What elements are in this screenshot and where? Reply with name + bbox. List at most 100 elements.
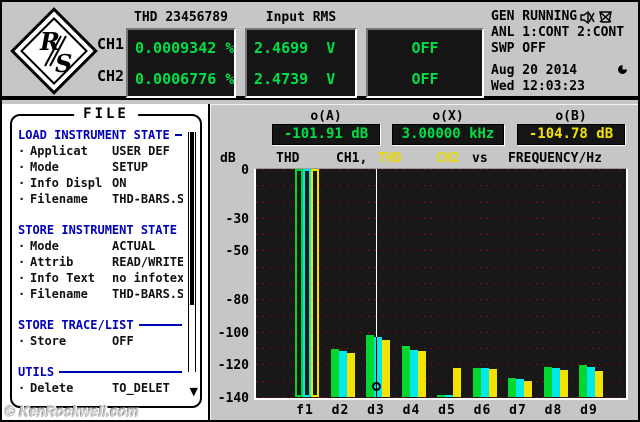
file-panel-scrollbar[interactable] [188,132,196,372]
scroll-down-icon[interactable]: ▼ [190,385,198,398]
sweep-status: SWP OFF [491,41,546,56]
vs-label: vs [472,151,488,166]
menu-item-filename[interactable]: ·FilenameTHD-BARS.SA [18,191,183,207]
y-tick-label: -100 [217,326,249,341]
x-tick-label-f1: f1 [296,403,314,418]
watermark: © KenRockwell.com [5,403,140,419]
bar-d2-ch2 [346,353,355,397]
cursor-x-value: 3.00000 kHz [392,124,504,145]
analyzer-status: ANL 1:CONT 2:CONT [491,25,625,40]
cursor-marker-icon[interactable] [372,382,381,391]
section-rule [59,371,182,373]
y-tick-label: -30 [225,212,249,227]
bar-f1-ch2 [311,169,319,397]
file-panel-title: FILE [74,106,138,122]
input-rms-display: 2.4699 V 2.4739 V [245,28,357,98]
bar-d6-mid [480,368,489,397]
bar-d5-ch1 [437,395,445,397]
date-text: Aug 20 2014 [491,63,578,78]
bar-d4-mid [409,350,418,397]
bar-d7-ch1 [508,378,516,397]
cursor-x-label: o(X) [432,109,464,124]
file-panel: FILE LOAD INSTRUMENT STATE · Applicat USER … [10,106,202,408]
menu-section-header: STORE TRACE/LIST [18,317,183,333]
thd-display-header: THD 23456789 [134,10,228,25]
bar-d5-mid [445,395,453,397]
x-tick-label-d7: d7 [509,403,527,418]
bar-d9-mid [587,367,595,397]
bar-d8-ch2 [559,370,568,397]
time-text: Wed 12:03:23 [491,79,585,94]
bar-d5-ch2 [453,368,461,397]
bar-d4-ch1 [401,346,410,397]
y-tick-label: 0 [241,163,249,178]
menu-item-store[interactable]: · Store OFF [18,333,183,349]
menu-section-header: LOAD INSTRUMENT STATE [18,127,183,143]
plot-area [254,168,628,400]
busy-clock-icon [618,64,628,74]
input-rms-ch1-value: 2.4699 V [254,39,336,57]
menu-item-delete[interactable]: · Delete TO_DELET [18,380,183,396]
x-tick-label-d4: d4 [402,403,421,418]
generator-status: GEN RUNNING [491,9,578,24]
speaker-muted-icon [580,10,595,24]
gridline [256,397,626,398]
bar-d2-mid [338,351,347,397]
cursor-a-label: o(A) [310,109,342,124]
bar-d2-ch1 [330,349,339,397]
main-area: FILE LOAD INSTRUMENT STATE · Applicat USER … [2,104,638,420]
y-tick-label: -50 [225,244,249,259]
bar-d7-ch2 [524,381,532,397]
menu-item-attrib[interactable]: · Attrib READ/WRITE [18,254,183,270]
input-rms-header: Input RMS [265,10,337,25]
bar-d6-ch2 [488,369,497,397]
cursor-b-label: o(B) [555,109,587,124]
trace2-channel: CH2 [436,151,460,166]
aux-ch1-value: OFF [411,39,439,57]
menu-item-filename[interactable]: ·FilenameTHD-BARS.SA [18,286,183,302]
bar-d4-ch2 [417,351,426,397]
x-tick-label-d2: d2 [331,403,350,418]
scrollbar-thumb[interactable] [190,132,194,305]
trace2-type: THD [378,151,402,166]
trace1-channel: CH1, [336,151,368,166]
menu-item-info-displ[interactable]: · Info Displ ON [18,175,183,191]
bar-d6-ch1 [472,368,481,397]
file-menu: LOAD INSTRUMENT STATE · Applicat USER DEF · M… [18,127,183,400]
cursor-a-value: -101.91 dB [272,124,380,145]
monitor-muted-icon [599,10,612,23]
trace1-type: THD [276,151,300,166]
x-tick-label-d9: d9 [580,403,598,418]
bar-d3-ch2 [382,340,390,397]
bar-f1-mid [303,169,311,397]
rs-logo: R S [8,5,100,97]
bar-d9-ch2 [595,371,603,397]
section-rule [174,134,182,136]
menu-item-applicat[interactable]: · Applicat USER DEF [18,143,183,159]
aux-display: OFF OFF [366,28,484,98]
bar-d7-mid [516,379,524,397]
menu-item-mode[interactable]: · Mode SETUP [18,159,183,175]
aux-ch2-value: OFF [411,70,439,88]
thd-ch2-value: 0.0006776 % [135,70,235,88]
menu-item-mode[interactable]: · Mode ACTUAL [18,238,183,254]
x-tick-label-d5: d5 [438,403,456,418]
bar-f1-ch1 [295,169,303,397]
chart-panel: o(A) -101.91 dB o(X) 3.00000 kHz o(B) -1… [208,104,638,420]
menu-section-header: STORE INSTRUMENT STATE [18,223,182,237]
x-tick-label-d6: d6 [473,403,492,418]
menu-section-header: UTILS [18,364,183,380]
cursor-b-value: -104.78 dB [517,124,625,145]
menu-item-info-text[interactable]: ·Info Textno infotext [18,270,183,286]
x-tick-label-d8: d8 [544,403,563,418]
status-block: GEN RUNNING ANL 1:CONT 2:CONT SWP OFF Au… [491,9,624,95]
instrument-screen: R S CH1 CH2 THD 23456789 0.0009342 % 0.0… [0,0,640,422]
bar-d9-ch1 [579,365,587,397]
y-tick-label: -120 [217,358,249,373]
rs-logo-letter-s: S [55,49,73,78]
section-rule [138,324,182,326]
top-status-bar: R S CH1 CH2 THD 23456789 0.0009342 % 0.0… [2,2,638,100]
thd-display: 0.0009342 % 0.0006776 % [126,28,236,98]
y-tick-label: -80 [225,293,249,308]
channel-1-label: CH1 [97,35,125,53]
